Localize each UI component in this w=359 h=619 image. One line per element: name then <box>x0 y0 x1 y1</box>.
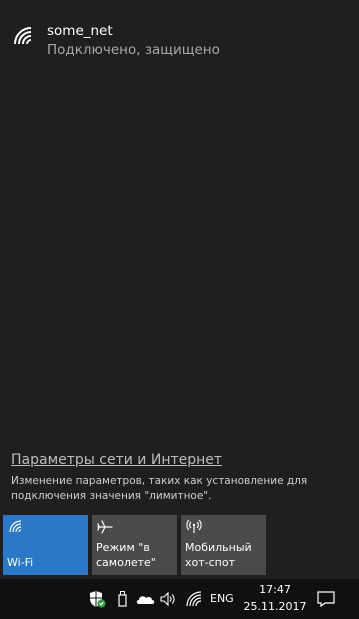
taskbar: ENG 17:47 25.11.2017 <box>0 579 359 619</box>
tile-label: Wi-Fi <box>7 556 34 569</box>
airplane-mode-tile[interactable]: Режим "в самолете" <box>92 515 177 575</box>
input-language-indicator[interactable]: ENG <box>210 592 234 605</box>
wifi-toggle-tile[interactable]: Wi-Fi <box>3 515 88 575</box>
clock-time[interactable]: 17:47 <box>246 583 304 596</box>
defender-icon[interactable] <box>88 590 106 608</box>
hotspot-icon <box>186 519 202 535</box>
tile-label: Мобильный хот-спот <box>185 541 252 569</box>
mobile-hotspot-tile[interactable]: Мобильный хот-спот <box>181 515 266 575</box>
notification-icon[interactable] <box>316 590 336 608</box>
network-status: Подключено, защищено <box>47 42 220 58</box>
usb-icon[interactable] <box>113 590 131 608</box>
onedrive-icon[interactable] <box>135 590 155 608</box>
clock-date[interactable]: 25.11.2017 <box>240 600 310 613</box>
wifi-icon <box>8 519 24 535</box>
network-settings-link[interactable]: Параметры сети и Интернет <box>11 452 222 468</box>
tile-label: Режим "в самолете" <box>96 541 156 569</box>
airplane-icon <box>97 519 113 535</box>
volume-icon[interactable] <box>159 590 177 608</box>
wifi-icon <box>13 26 35 48</box>
wifi-icon[interactable] <box>185 590 203 608</box>
settings-description: Изменение параметров, таких как установл… <box>11 475 308 502</box>
network-name: some_net <box>47 23 113 39</box>
network-flyout: some_net Подключено, защищено Параметры … <box>0 0 359 579</box>
network-list-item[interactable]: some_net Подключено, защищено <box>0 14 359 64</box>
